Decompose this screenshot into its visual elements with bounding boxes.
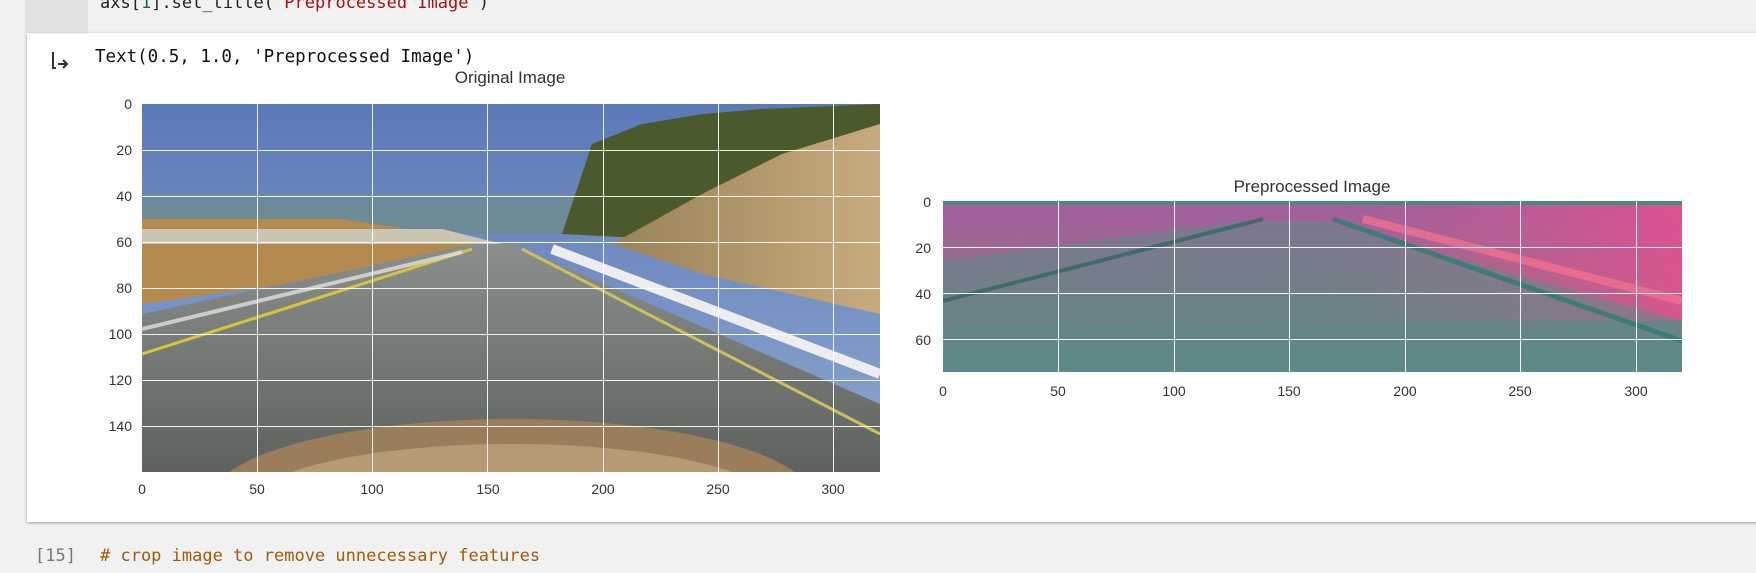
x-tick: 300: [1624, 383, 1648, 399]
y-tick: 100: [108, 326, 132, 342]
code-line[interactable]: axs[1].set_title('Preprocessed Image'): [100, 0, 489, 13]
output-text-repr: Text(0.5, 1.0, 'Preprocessed Image'): [95, 47, 475, 67]
cell-execution-count[interactable]: [15]: [35, 546, 76, 566]
plot-title-original: Original Image: [454, 68, 566, 87]
code-token-number: 1: [140, 0, 152, 13]
x-tick: 250: [1508, 383, 1532, 399]
code-comment[interactable]: # crop image to remove unnecessary featu…: [100, 546, 540, 566]
y-tick: 120: [108, 372, 132, 388]
y-tick: 0: [124, 96, 132, 112]
x-tick: 200: [591, 481, 615, 497]
x-tick: 50: [1050, 383, 1066, 399]
y-tick: 40: [915, 286, 931, 302]
code-token-string: 'Preprocessed Image': [274, 0, 479, 13]
code-token: axs[: [100, 0, 141, 13]
code-token: ].set_title(: [151, 0, 275, 13]
original-image: [142, 104, 880, 472]
x-tick: 50: [249, 481, 265, 497]
x-tick: 0: [138, 481, 146, 497]
x-tick: 150: [476, 481, 500, 497]
y-tick: 80: [116, 280, 132, 296]
x-tick: 300: [821, 481, 845, 497]
y-tick: 60: [915, 332, 931, 348]
x-tick: 100: [360, 481, 384, 497]
cell-run-gutter[interactable]: [25, 0, 88, 33]
x-tick: 150: [1277, 383, 1301, 399]
code-token: ): [478, 0, 489, 13]
y-tick: 40: [116, 188, 132, 204]
plot-title-preprocessed: Preprocessed Image: [1233, 177, 1391, 196]
y-tick: 60: [116, 234, 132, 250]
y-tick: 20: [116, 142, 132, 158]
y-tick: 140: [108, 418, 132, 434]
x-tick: 250: [706, 481, 730, 497]
preprocessed-image: [943, 201, 1682, 372]
output-arrow-icon[interactable]: [48, 49, 72, 73]
x-tick: 0: [939, 383, 947, 399]
y-tick: 0: [923, 194, 931, 210]
x-tick: 100: [1162, 383, 1186, 399]
y-tick: 20: [915, 240, 931, 256]
x-tick: 200: [1393, 383, 1417, 399]
